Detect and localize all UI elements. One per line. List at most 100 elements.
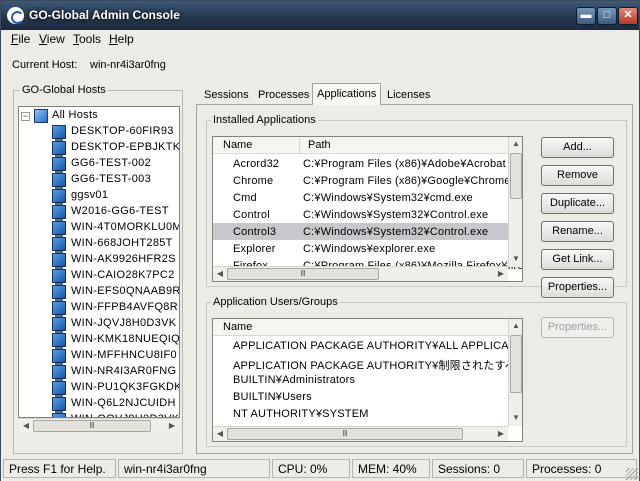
app-row[interactable]: Acrord32 C:¥Program Files (x86)¥Adobe¥Acr… [213,155,522,172]
hosts-tree[interactable]: − All Hosts DESKTOP-60FIR93 DESKTOP-EPBJK… [18,106,180,418]
users-vscrollbar[interactable]: ▲ ▼ [508,319,522,426]
computer-host-icon [52,205,66,221]
scroll-thumb[interactable] [510,335,522,393]
tree-host-label: WIN-4T0MORKLU0M [71,221,180,233]
tab-processes[interactable]: Processes [254,87,313,104]
tree-host-item[interactable]: ggsv01 [19,188,179,205]
computer-host-icon [52,381,66,397]
all-hosts-icon [34,109,48,123]
tab-sessions[interactable]: Sessions [200,87,253,104]
scroll-up-icon[interactable]: ▲ [509,137,522,151]
title-bar[interactable]: GO-Global Admin Console ▬ □ ✕ [1,1,639,30]
column-name-header[interactable]: Name [223,139,252,151]
app-path-cell: C:¥Program Files (x86)¥Adobe¥Acrobat Re [303,158,523,170]
user-group-row[interactable]: APPLICATION PACKAGE AUTHORITY¥ALL APPLIC… [233,340,518,357]
app-row[interactable]: Explorer C:¥Windows¥explorer.exe [213,240,508,257]
tree-host-label: WIN-PU1QK3FGKDK [71,381,180,393]
tree-host-item[interactable]: WIN-KMK18NUEQIQ [19,332,179,349]
app-row[interactable]: Cmd C:¥Windows¥System32¥cmd.exe [213,189,508,206]
tree-host-item[interactable]: WIN-MFFHNCU8IF0 [19,348,179,365]
tree-host-label: WIN-AK9926HFR2S [71,253,176,265]
duplicate-button[interactable]: Duplicate... [541,193,614,214]
close-button[interactable]: ✕ [618,7,638,25]
tree-host-item[interactable]: GG6-TEST-002 [19,156,179,173]
go-global-logo-icon [7,7,24,24]
app-users-list[interactable]: Name APPLICATION PACKAGE AUTHORITY¥ALL A… [212,318,523,442]
tree-host-label: W2016-GG6-TEST [71,205,169,217]
column-path-header[interactable]: Path [308,139,331,151]
tree-host-item[interactable]: WIN-FFPB4AVFQ8R [19,300,179,317]
scroll-up-icon[interactable]: ▲ [509,319,522,333]
scroll-right-icon[interactable]: ▶ [165,419,179,433]
tree-host-item[interactable]: WIN-Q6L2NJCUIDH [19,396,179,413]
scroll-down-icon[interactable]: ▼ [509,411,522,425]
remove-button[interactable]: Remove [541,165,614,186]
add-button[interactable]: Add... [541,137,614,158]
tree-host-item[interactable]: WIN-668JOHT285T [19,236,179,253]
tree-host-item[interactable]: WIN-EFS0QNAAB9R [19,284,179,301]
user-group-row[interactable]: NT AUTHORITY¥SYSTEM [233,408,369,425]
get-link-button[interactable]: Get Link... [541,249,614,270]
user-group-row[interactable]: BUILTIN¥Administrators [233,374,355,391]
scroll-right-icon[interactable]: ▶ [494,267,508,281]
users-hscrollbar[interactable]: ◀ Ⅲ ▶ [213,426,508,441]
computer-host-icon [52,285,66,301]
app-row[interactable]: Control C:¥Windows¥System32¥Control.exe [213,206,508,223]
app-row[interactable]: Chrome C:¥Program Files (x86)¥Google¥Chro… [213,172,522,189]
status-bar: Press F1 for Help. win-nr4i3ar0fng CPU: … [1,457,639,481]
menu-view[interactable]: View [39,32,65,46]
user-group-row[interactable]: APPLICATION PACKAGE AUTHORITY¥制限されたすべて [233,357,522,374]
status-cpu: CPU: 0% [272,459,350,478]
scroll-down-icon[interactable]: ▼ [509,252,522,266]
tree-host-item[interactable]: WIN-JQVJ8H0D3VK [19,316,179,333]
tree-host-item[interactable]: W2016-GG6-TEST [19,204,179,221]
minimize-button[interactable]: ▬ [576,7,596,25]
scroll-thumb[interactable]: Ⅲ [33,420,151,432]
app-row[interactable]: Control3 C:¥Windows¥System32¥Control.exe [213,223,508,240]
apps-vscrollbar[interactable]: ▲ ▼ [508,137,522,267]
apps-hscrollbar[interactable]: ◀ Ⅲ ▶ [213,266,508,281]
scroll-left-icon[interactable]: ◀ [213,427,227,441]
tree-host-label: DESKTOP-EPBJKTK [71,141,180,153]
tree-host-item[interactable]: WIN-CAIO28K7PC2 [19,268,179,285]
tree-host-label: WIN-CAIO28K7PC2 [71,269,175,281]
app-name-cell: Explorer [233,243,276,255]
maximize-button[interactable]: □ [597,7,617,25]
tree-root-all-hosts[interactable]: − All Hosts [19,108,179,124]
tree-host-item[interactable]: WIN-NR4I3AR0FNG [19,364,179,381]
scroll-thumb[interactable] [510,153,522,199]
column-separator[interactable] [299,138,300,153]
scroll-thumb[interactable]: Ⅲ [227,428,463,440]
rename-button[interactable]: Rename... [541,221,614,242]
tree-host-label: WIN-Q6L2NJCUIDH [71,397,176,409]
menu-tools[interactable]: Tools [73,32,101,46]
scroll-thumb[interactable]: Ⅲ [227,268,379,280]
tree-host-item[interactable]: GG6-TEST-003 [19,172,179,189]
tree-host-item[interactable]: DESKTOP-EPBJKTK [19,140,180,157]
column-name-header[interactable]: Name [223,321,252,333]
app-path-cell: C:¥Windows¥explorer.exe [303,243,436,255]
user-group-row[interactable]: BUILTIN¥Users [233,391,312,408]
tree-host-item[interactable]: WIN-4T0MORKLU0M [19,220,180,237]
app-path-cell: C:¥Windows¥System32¥Control.exe [303,209,489,221]
tab-licenses[interactable]: Licenses [383,87,434,104]
tab-applications[interactable]: Applications [312,83,382,105]
menu-file[interactable]: File [11,32,30,46]
user-properties-button[interactable]: Properties... [541,317,614,338]
app-path-cell: C:¥Program Files (x86)¥Google¥Chrome¥Ap [303,175,523,187]
status-help-text: Press F1 for Help. [3,459,116,478]
collapse-icon[interactable]: − [21,112,30,121]
tree-host-item[interactable]: DESKTOP-60FIR93 [19,124,179,141]
status-processes: Processes: 0 [526,459,637,478]
scroll-left-icon[interactable]: ◀ [213,267,227,281]
menu-help[interactable]: Help [109,32,134,46]
tree-host-item[interactable]: WIN-PU1QK3FGKDK [19,380,180,397]
scroll-right-icon[interactable]: ▶ [494,427,508,441]
app-name-cell: Control3 [233,226,277,238]
installed-apps-list[interactable]: Name Path Acrord32 C:¥Program Files (x86)… [212,136,523,282]
resize-grip-icon[interactable] [626,468,638,480]
scroll-left-icon[interactable]: ◀ [19,419,33,433]
tree-host-item[interactable]: WIN-AK9926HFR2S [19,252,179,269]
hosts-hscrollbar[interactable]: ◀ Ⅲ ▶ [19,418,179,433]
properties-button[interactable]: Properties... [541,277,614,298]
